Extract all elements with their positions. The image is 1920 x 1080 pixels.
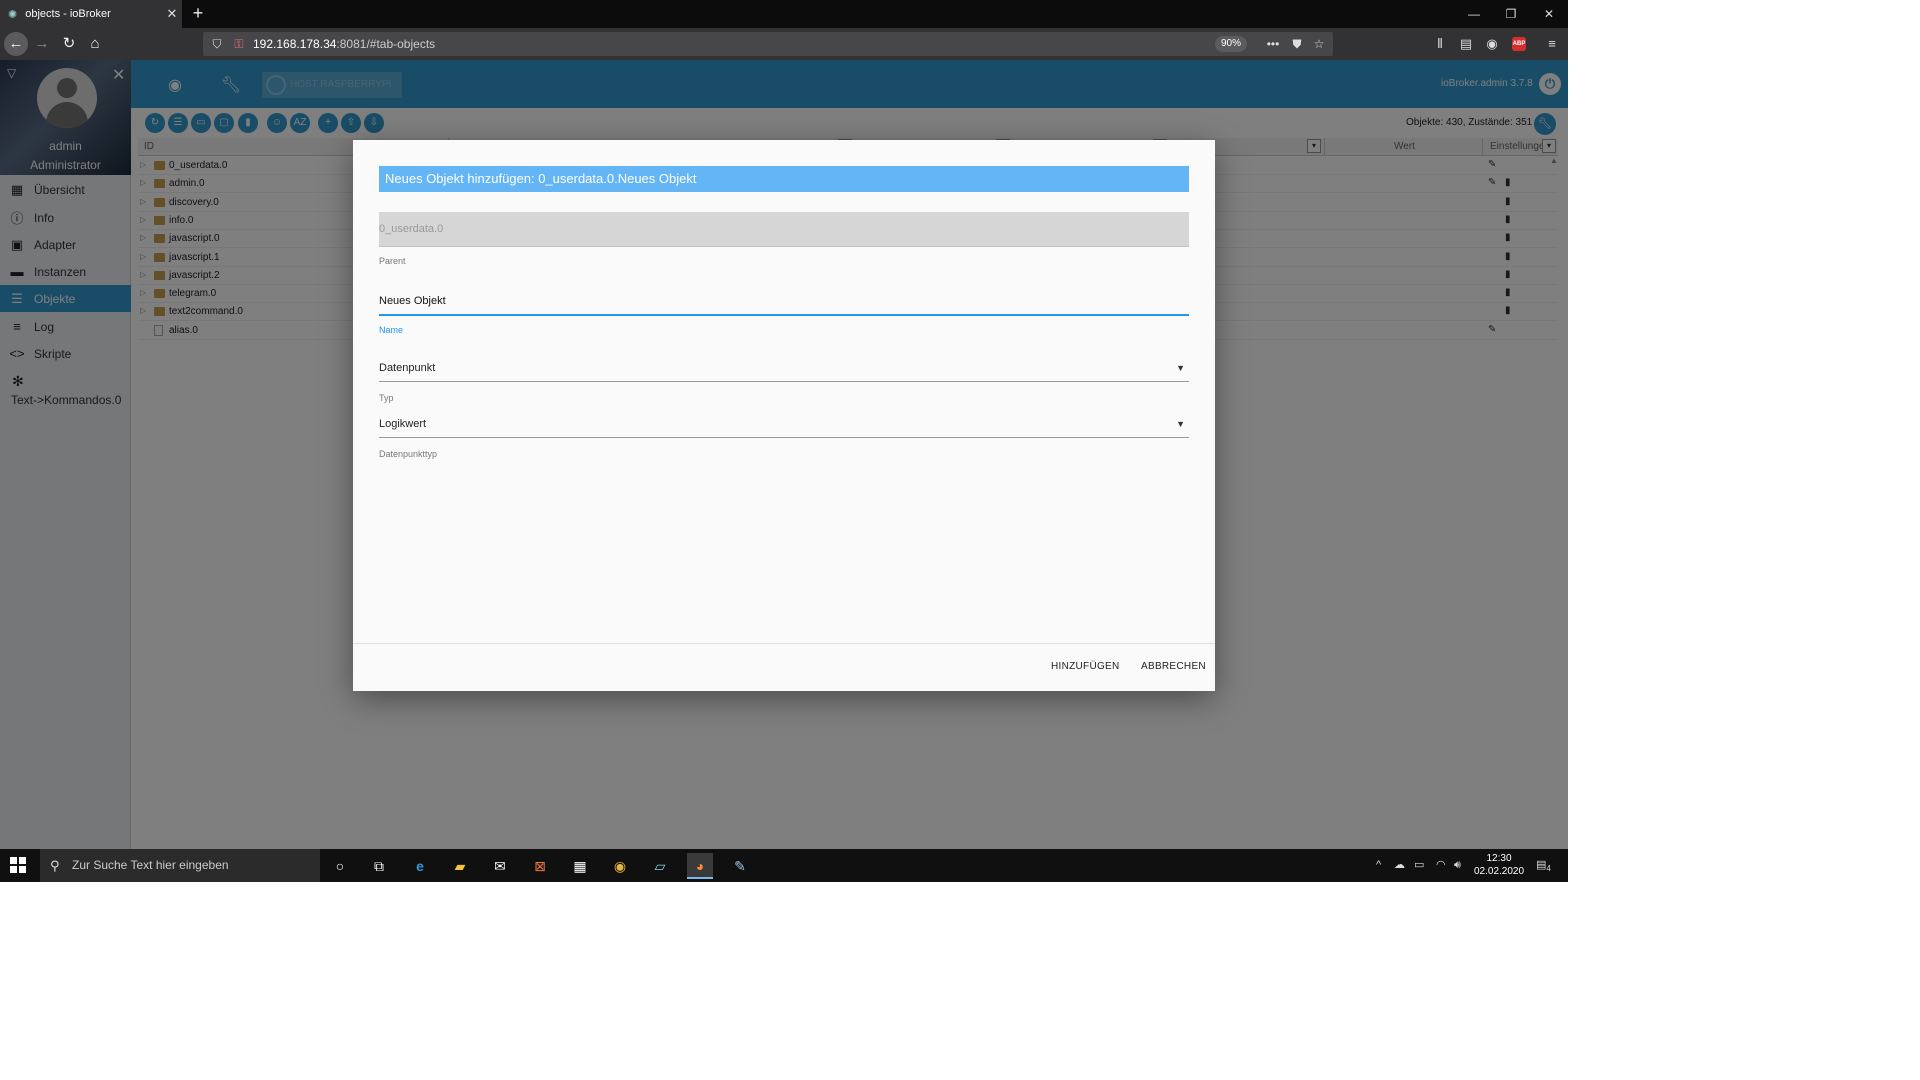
hamburger-menu-icon[interactable]: ≡ [1540, 32, 1564, 56]
cortana-icon[interactable]: ○ [327, 853, 353, 879]
notifications-icon[interactable]: ▤4 [1536, 849, 1551, 882]
address-bar[interactable]: ⛉ ⚿ 192.168.178.34:8081/#tab-objects 90%… [203, 32, 1333, 56]
url-host: 192.168.178.34 [253, 37, 337, 51]
url-path: :8081/#tab-objects [336, 37, 436, 51]
tray-chevron-icon[interactable]: ^ [1376, 849, 1381, 882]
tab-close-icon[interactable]: ✕ [162, 6, 182, 22]
chrome-icon[interactable]: ◉ [607, 853, 633, 879]
dropdown-arrow-icon: ▼ [1176, 419, 1185, 429]
account-icon[interactable]: ◉ [1480, 32, 1504, 56]
iobroker-favicon-icon: ✺ [8, 8, 18, 21]
add-button[interactable]: HINZUFÜGEN [1051, 657, 1120, 677]
battery-icon[interactable]: ▭ [1414, 849, 1424, 882]
shield-icon[interactable]: ⛉ [207, 32, 227, 56]
edge-icon[interactable]: e [407, 853, 433, 879]
file-explorer-icon[interactable]: ▰ [447, 853, 473, 879]
datatype-label: Datenpunkttyp [379, 449, 438, 459]
url-text[interactable]: 192.168.178.34:8081/#tab-objects [253, 32, 435, 56]
dialog-title: Neues Objekt hinzufügen: 0_userdata.0.Ne… [379, 166, 1189, 192]
type-label: Typ [379, 393, 394, 403]
parent-label: Parent [379, 256, 406, 266]
windows-start-icon[interactable] [10, 857, 26, 873]
name-input[interactable] [379, 288, 1189, 316]
browser-nav-bar: ← → ↻ ⌂ ⛉ ⚿ 192.168.178.34:8081/#tab-obj… [0, 28, 1568, 60]
taskbar-search[interactable]: ⚲ Zur Suche Text hier eingeben [40, 849, 320, 882]
window-close-icon[interactable]: ✕ [1530, 0, 1568, 28]
minimize-icon[interactable]: — [1455, 0, 1493, 28]
type-select[interactable]: Datenpunkt ▼ [379, 354, 1189, 382]
datatype-select[interactable]: Logikwert ▼ [379, 410, 1189, 438]
firefox-icon[interactable]: ◕ [687, 853, 713, 879]
clock-date: 02.02.2020 [1474, 866, 1525, 877]
more-actions-icon[interactable]: ••• [1263, 32, 1283, 56]
tab-title: objects - ioBroker [25, 8, 111, 20]
home-icon[interactable]: ⌂ [83, 32, 107, 56]
sidebar-toggle-icon[interactable]: ▤ [1454, 32, 1478, 56]
name-label: Name [379, 325, 404, 335]
zoom-level[interactable]: 90% [1215, 36, 1248, 52]
volume-icon[interactable]: 🔊︎ [1454, 849, 1461, 882]
notes-icon[interactable]: ▱ [647, 853, 673, 879]
add-object-dialog: Neues Objekt hinzufügen: 0_userdata.0.Ne… [353, 140, 1215, 691]
notification-count: 4 [1546, 864, 1551, 874]
paint-icon[interactable]: ✎ [727, 853, 753, 879]
dialog-divider [353, 643, 1215, 644]
browser-tab-bar: ✺ objects - ioBroker ✕ + — ❐ ✕ [0, 0, 1568, 28]
taskbar-clock[interactable]: 12:30 02.02.2020 [1474, 852, 1524, 878]
clock-time: 12:30 [1486, 853, 1512, 864]
insecure-lock-icon[interactable]: ⚿ [229, 32, 249, 56]
parent-field: 0_userdata.0 [379, 212, 1189, 247]
task-view-icon[interactable]: ⧉ [366, 853, 392, 879]
pocket-icon[interactable]: ⛊ [1287, 32, 1307, 56]
bookmark-star-icon[interactable]: ☆ [1309, 32, 1329, 56]
browser-tab[interactable]: ✺ objects - ioBroker ✕ [0, 0, 182, 28]
reload-icon[interactable]: ↻ [57, 32, 81, 56]
calculator-icon[interactable]: ▦ [567, 853, 593, 879]
dropdown-arrow-icon: ▼ [1176, 363, 1185, 373]
wifi-icon[interactable]: ◠ [1436, 849, 1446, 882]
adblock-icon[interactable]: ABP [1512, 37, 1526, 51]
onedrive-icon[interactable]: ☁ [1394, 849, 1405, 882]
windows-taskbar: ⚲ Zur Suche Text hier eingeben ○ ⧉ e ▰ ✉… [0, 849, 1568, 882]
new-tab-button[interactable]: + [188, 0, 208, 28]
search-icon: ⚲ [50, 858, 60, 873]
back-icon[interactable]: ← [4, 32, 28, 56]
cancel-button[interactable]: ABBRECHEN [1141, 657, 1206, 677]
datatype-select-value: Logikwert [379, 418, 427, 430]
mail-icon[interactable]: ✉ [487, 853, 513, 879]
restore-icon[interactable]: ❐ [1492, 0, 1530, 28]
type-select-value: Datenpunkt [379, 362, 436, 374]
library-icon[interactable]: ⫴ [1428, 32, 1452, 56]
search-placeholder: Zur Suche Text hier eingeben [72, 858, 229, 872]
forward-icon[interactable]: → [30, 32, 54, 56]
xampp-icon[interactable]: ⊠ [527, 853, 553, 879]
